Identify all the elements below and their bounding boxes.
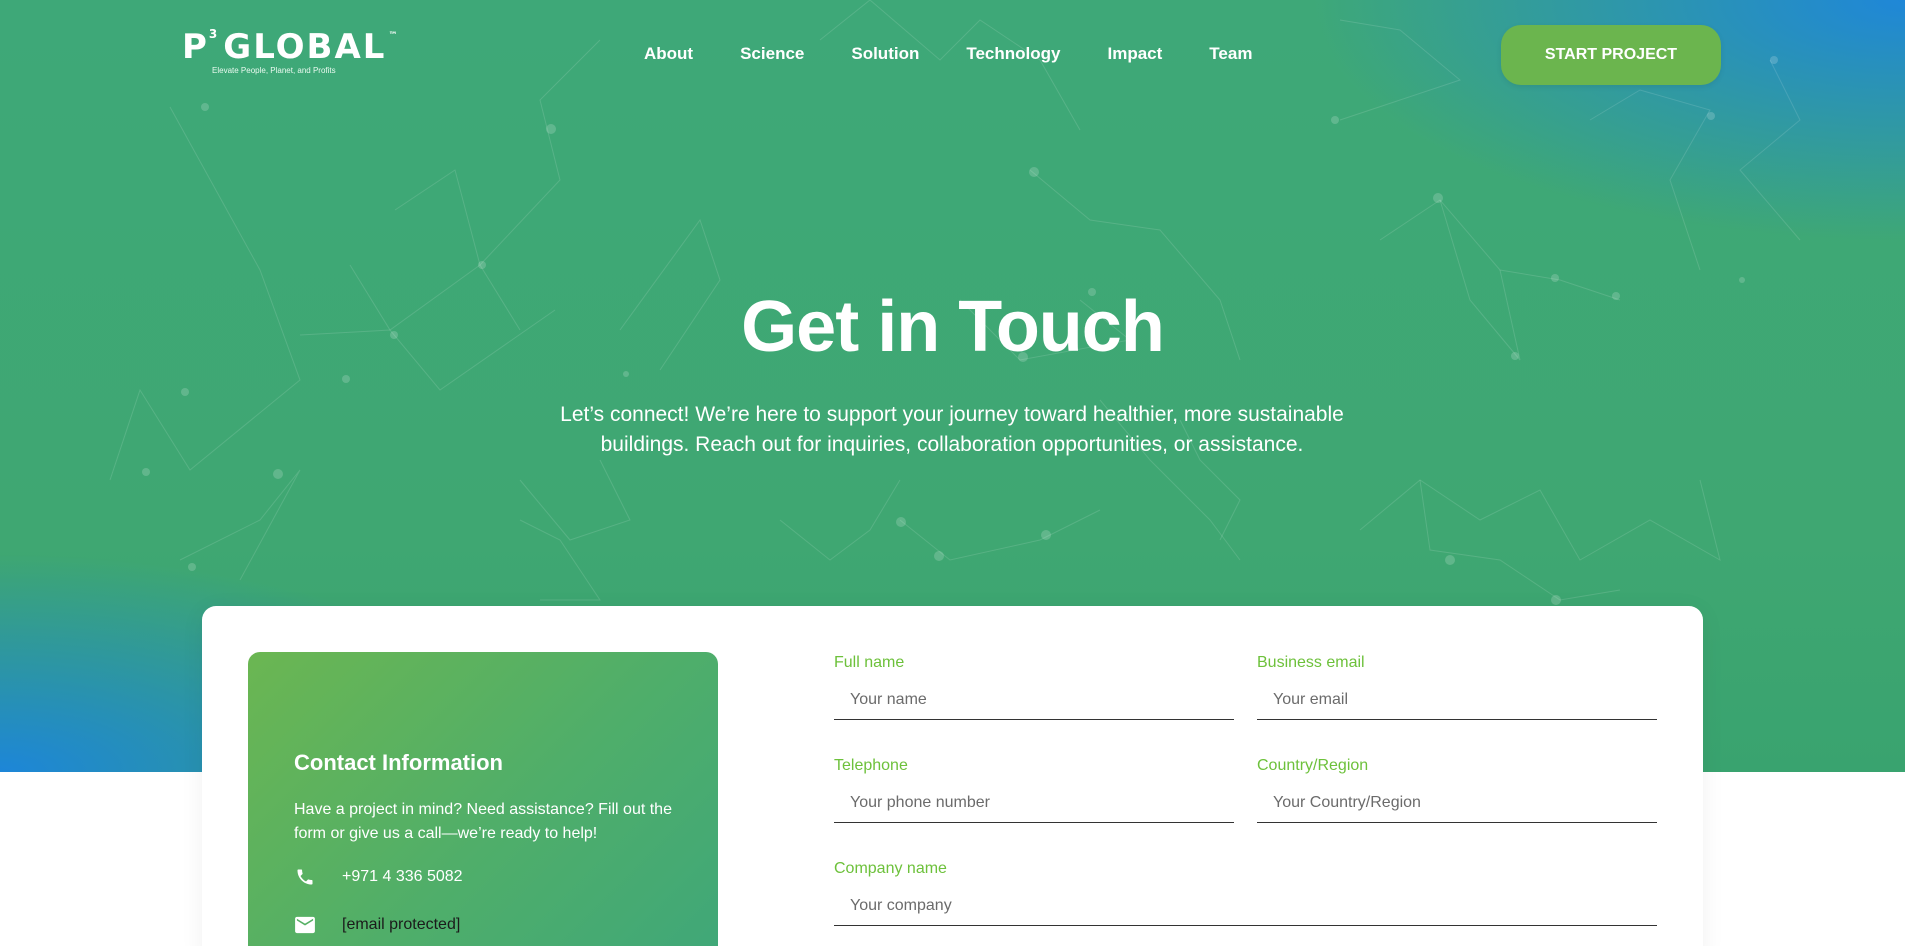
country-region-input[interactable] [1257, 783, 1657, 823]
logo-tagline: Elevate People, Planet, and Profits [212, 66, 336, 75]
logo-wordmark: GLOBAL [223, 27, 387, 67]
telephone-input[interactable] [834, 783, 1234, 823]
full-name-label: Full name [834, 654, 905, 671]
business-email-label: Business email [1257, 654, 1365, 671]
telephone-field-group: Telephone [834, 757, 1234, 823]
start-project-button[interactable]: START PROJECT [1501, 25, 1721, 85]
business-email-input[interactable] [1257, 680, 1657, 720]
contact-email-row[interactable]: [email protected] [294, 914, 460, 936]
nav-link-science[interactable]: Science [740, 44, 804, 64]
full-name-field-group: Full name [834, 654, 1234, 720]
contact-card: Contact Information Have a project in mi… [202, 606, 1703, 946]
contact-phone-row[interactable]: +971 4 336 5082 [294, 866, 463, 888]
business-email-field-group: Business email [1257, 654, 1657, 720]
contact-email-address: [email protected] [342, 916, 461, 933]
telephone-label: Telephone [834, 757, 908, 774]
contact-information-panel: Contact Information Have a project in mi… [248, 652, 718, 946]
logo-trademark: ™ [388, 31, 400, 41]
country-region-label: Country/Region [1257, 757, 1369, 774]
company-name-field-group: Company name [834, 860, 1657, 926]
contact-info-title: Contact Information [294, 750, 503, 775]
company-name-input[interactable] [834, 886, 1657, 926]
nav-link-team[interactable]: Team [1209, 44, 1252, 64]
hero-subtitle: Let’s connect! We’re here to support you… [560, 403, 1344, 456]
mail-icon [294, 914, 316, 936]
contact-info-description: Have a project in mind? Need assistance?… [294, 801, 672, 842]
company-name-label: Company name [834, 860, 947, 877]
nav-link-about[interactable]: About [644, 44, 693, 64]
page-title: Get in Touch [741, 287, 1165, 367]
nav-link-impact[interactable]: Impact [1107, 44, 1162, 64]
nav-link-technology[interactable]: Technology [966, 44, 1060, 64]
country-region-field-group: Country/Region [1257, 757, 1657, 823]
p3-global-logo[interactable]: P 3 GLOBAL ™ Elevate People, Planet, and… [182, 27, 400, 75]
contact-phone-number: +971 4 336 5082 [342, 868, 463, 885]
logo-letter-p: P [182, 27, 209, 67]
full-name-input[interactable] [834, 680, 1234, 720]
nav-link-solution[interactable]: Solution [851, 44, 919, 64]
logo-superscript: 3 [208, 27, 220, 41]
phone-icon [294, 866, 316, 888]
main-navigation: About Science Solution Technology Impact… [644, 44, 1252, 64]
